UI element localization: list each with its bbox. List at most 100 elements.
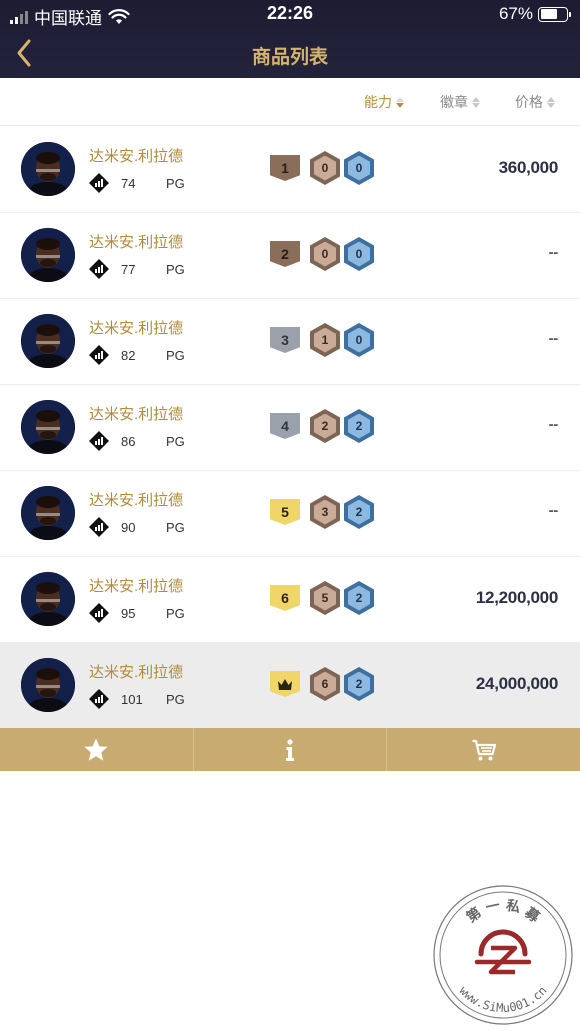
battery-icon [538, 6, 571, 22]
badge-group: 6 5 2 [270, 581, 378, 615]
player-rating: 74 [121, 176, 136, 191]
star-icon [84, 738, 108, 761]
cart-icon [472, 739, 496, 760]
blue-badge-icon: 0 [344, 237, 374, 271]
sort-price-button[interactable]: 价格 [515, 92, 555, 112]
player-name: 达米安.利拉德 [89, 320, 184, 337]
rating-icon [89, 345, 109, 365]
player-name: 达米安.利拉德 [89, 406, 184, 423]
avatar [21, 314, 75, 368]
sort-bar: 能力 徽章 价格 [0, 78, 580, 126]
player-rating: 90 [121, 520, 136, 535]
status-right: 67% [499, 4, 571, 24]
player-name: 达米安.利拉德 [89, 234, 184, 251]
list-item[interactable]: 达米安.利拉德 90 PG 5 3 2 -- [0, 471, 580, 557]
player-price: -- [548, 244, 559, 261]
level-badge: 6 [270, 585, 300, 611]
rating-icon [89, 517, 109, 537]
badge-group: 4 2 2 [270, 409, 378, 443]
player-rating: 86 [121, 434, 136, 449]
player-position: PG [166, 692, 185, 707]
player-position: PG [166, 176, 185, 191]
list-item[interactable]: 达米安.利拉德 101 PG 6 2 24,000,000 [0, 643, 580, 729]
blue-badge-icon: 2 [344, 667, 374, 701]
sort-badge-button[interactable]: 徽章 [440, 92, 480, 112]
avatar [21, 228, 75, 282]
badge-group: 2 0 0 [270, 237, 378, 271]
sort-ability-button[interactable]: 能力 [364, 92, 404, 112]
player-price: -- [548, 502, 559, 519]
list-item[interactable]: 达米安.利拉德 86 PG 4 2 2 -- [0, 385, 580, 471]
bronze-badge-count: 0 [314, 241, 336, 267]
player-name: 达米安.利拉德 [89, 578, 184, 595]
player-price: -- [548, 330, 559, 347]
player-position: PG [166, 606, 185, 621]
blue-badge-count: 0 [348, 327, 370, 353]
sort-ability-label: 能力 [364, 94, 392, 110]
player-position: PG [166, 262, 185, 277]
player-price: 24,000,000 [475, 674, 558, 693]
bottom-action-bar [0, 728, 580, 771]
sort-arrows-icon [472, 96, 480, 108]
status-bar: 中国联通 22:26 67% [0, 0, 580, 30]
info-button[interactable] [194, 728, 388, 771]
bronze-badge-icon: 0 [310, 237, 340, 271]
player-price: 360,000 [498, 158, 559, 177]
blue-badge-count: 0 [348, 155, 370, 181]
cart-button[interactable] [387, 728, 580, 771]
bronze-badge-count: 6 [314, 671, 336, 697]
bronze-badge-icon: 1 [310, 323, 340, 357]
level-badge: 2 [270, 241, 300, 267]
level-badge: 4 [270, 413, 300, 439]
list-item[interactable]: 达米安.利拉德 77 PG 2 0 0 -- [0, 213, 580, 299]
player-rating: 77 [121, 262, 136, 277]
blue-badge-count: 2 [348, 499, 370, 525]
blue-badge-icon: 0 [344, 151, 374, 185]
player-position: PG [166, 348, 185, 363]
list-item[interactable]: 达米安.利拉德 74 PG 1 0 0 360,000 [0, 127, 580, 213]
player-name: 达米安.利拉德 [89, 492, 184, 509]
level-badge: 3 [270, 327, 300, 353]
blue-badge-icon: 2 [344, 581, 374, 615]
bronze-badge-count: 2 [314, 413, 336, 439]
blue-badge-count: 2 [348, 671, 370, 697]
blue-badge-count: 2 [348, 585, 370, 611]
bronze-badge-icon: 3 [310, 495, 340, 529]
player-rating: 82 [121, 348, 136, 363]
crown-icon [278, 678, 292, 690]
bronze-badge-icon: 0 [310, 151, 340, 185]
blue-badge-icon: 0 [344, 323, 374, 357]
level-badge: 5 [270, 499, 300, 525]
blue-badge-icon: 2 [344, 409, 374, 443]
favorite-button[interactable] [0, 728, 194, 771]
blue-badge-icon: 2 [344, 495, 374, 529]
badge-group: 6 2 [270, 667, 378, 701]
blue-badge-count: 0 [348, 241, 370, 267]
list-item[interactable]: 达米安.利拉德 95 PG 6 5 2 12,200,000 [0, 557, 580, 643]
player-price: 12,200,000 [475, 588, 558, 607]
rating-icon [89, 431, 109, 451]
top-header: 中国联通 22:26 67% 商品列表 [0, 0, 580, 78]
player-name: 达米安.利拉德 [89, 148, 184, 165]
rating-icon [89, 603, 109, 623]
avatar [21, 572, 75, 626]
bronze-badge-icon: 5 [310, 581, 340, 615]
list-item[interactable]: 达米安.利拉德 82 PG 3 1 0 -- [0, 299, 580, 385]
player-rating: 95 [121, 606, 136, 621]
rating-icon [89, 259, 109, 279]
sort-arrows-icon [396, 96, 404, 108]
info-icon [286, 738, 294, 761]
avatar [21, 486, 75, 540]
avatar [21, 658, 75, 712]
status-time: 22:26 [266, 3, 314, 23]
product-list: 达米安.利拉德 74 PG 1 0 0 360,000 达米安.利拉德 77 P… [0, 127, 580, 729]
player-position: PG [166, 520, 185, 535]
badge-group: 5 3 2 [270, 495, 378, 529]
level-badge-crown [270, 671, 300, 697]
bronze-badge-count: 1 [314, 327, 336, 353]
player-rating: 101 [121, 692, 143, 707]
badge-group: 3 1 0 [270, 323, 378, 357]
rating-icon [89, 689, 109, 709]
badge-group: 1 0 0 [270, 151, 378, 185]
avatar [21, 400, 75, 454]
